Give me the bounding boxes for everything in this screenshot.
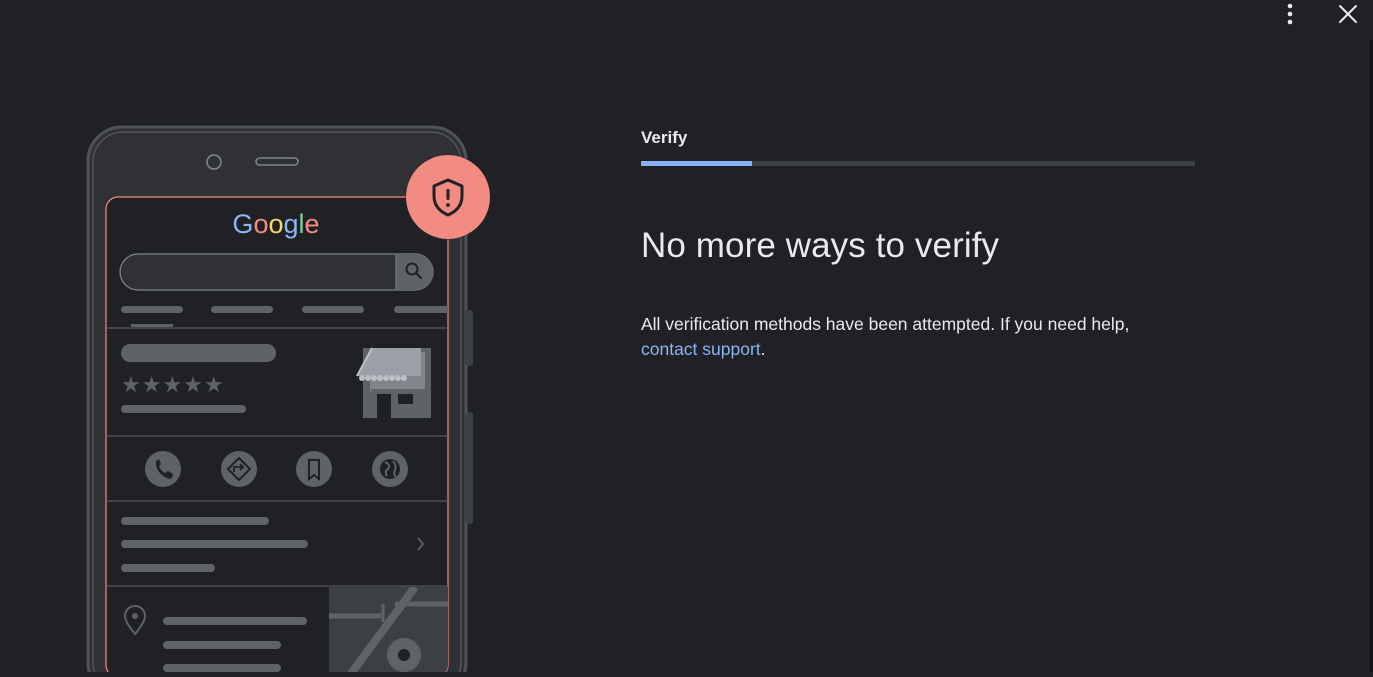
rating-stars: ★★★★★ xyxy=(121,373,225,398)
verify-panel: Verify No more ways to verify All verifi… xyxy=(641,126,1201,359)
progress-bar-fill xyxy=(641,161,752,166)
more-options-button[interactable] xyxy=(1275,0,1305,28)
search-bar-illustration xyxy=(119,253,434,291)
message-text-before-link: All verification methods have been attem… xyxy=(641,314,1130,334)
more-vert-icon xyxy=(1287,3,1293,25)
page-title: No more ways to verify xyxy=(641,226,1000,265)
phone-screen: Google ★★★★★ xyxy=(105,196,449,677)
top-actions xyxy=(1263,0,1373,28)
phone-illustration: Google ★★★★★ xyxy=(85,124,495,677)
contact-support-link[interactable]: contact support xyxy=(641,339,761,359)
store-icon xyxy=(356,347,431,418)
bookmark-icon xyxy=(296,451,332,487)
map-illustration xyxy=(329,587,448,677)
directions-icon xyxy=(221,451,257,487)
globe-icon xyxy=(372,451,408,487)
step-label: Verify xyxy=(641,128,688,147)
alert-badge xyxy=(405,154,491,240)
google-logo: Google xyxy=(232,209,319,239)
progress-bar xyxy=(641,161,1195,166)
close-icon xyxy=(1339,5,1357,23)
phone-icon xyxy=(145,451,181,487)
message-text: All verification methods have been attem… xyxy=(641,312,1181,362)
message-text-after-link: . xyxy=(760,339,766,359)
close-button[interactable] xyxy=(1333,0,1363,28)
